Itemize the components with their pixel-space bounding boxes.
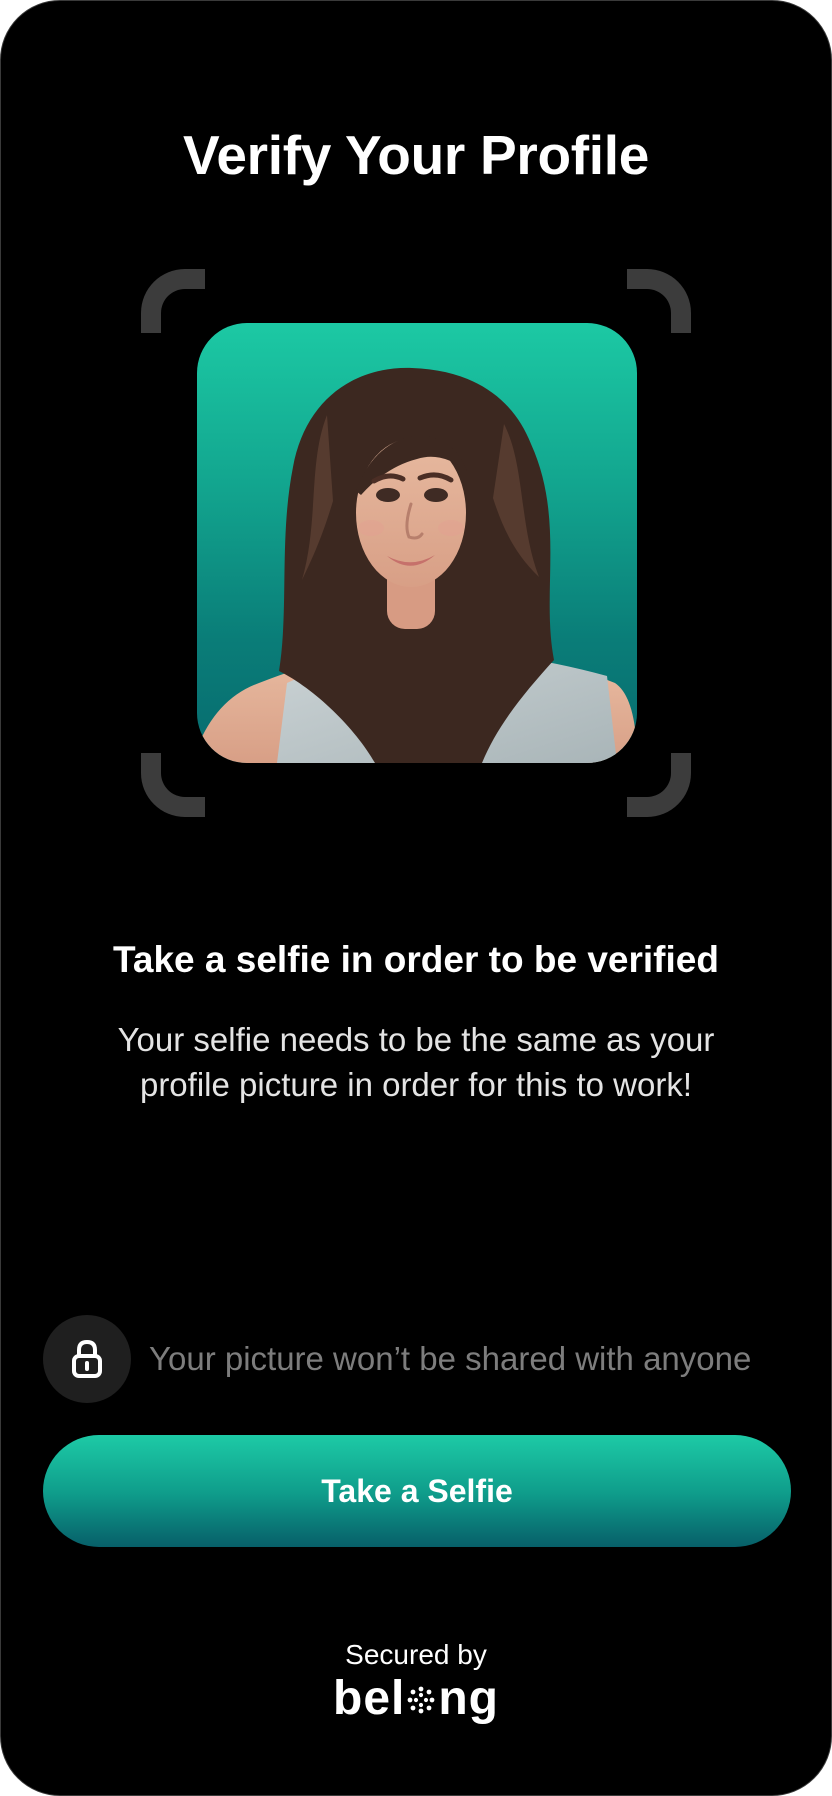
take-selfie-button[interactable]: Take a Selfie [43, 1435, 791, 1547]
selfie-requirement-text: Your selfie needs to be the same as your… [117, 1021, 715, 1103]
selfie-instruction-title: Take a selfie in order to be verified [113, 939, 719, 980]
camera-frame-bottom-left-corner [141, 753, 205, 817]
page-title: Verify Your Profile [182, 124, 650, 186]
selfie-portrait-image [197, 367, 637, 763]
camera-frame-top-left-corner [141, 269, 205, 333]
lock-icon-container [43, 1315, 131, 1403]
privacy-notice-text: Your picture won’t be shared with anyone [149, 1340, 752, 1377]
brand-prefix: bel [333, 1672, 406, 1725]
brand-suffix: ng [438, 1672, 499, 1725]
profile-photo-preview [197, 323, 637, 763]
lock-icon [72, 1339, 102, 1378]
privacy-notice: Your picture won’t be shared with anyone [43, 1315, 803, 1403]
belong-logo: bel ng [1, 1670, 831, 1728]
secured-by-label: Secured by [345, 1639, 487, 1670]
belong-logo-icon [407, 1686, 435, 1714]
camera-frame-bottom-right-corner [627, 753, 691, 817]
camera-frame-top-right-corner [627, 269, 691, 333]
verification-screen: Verify Your Profile Take a selfie in ord… [0, 0, 832, 1796]
